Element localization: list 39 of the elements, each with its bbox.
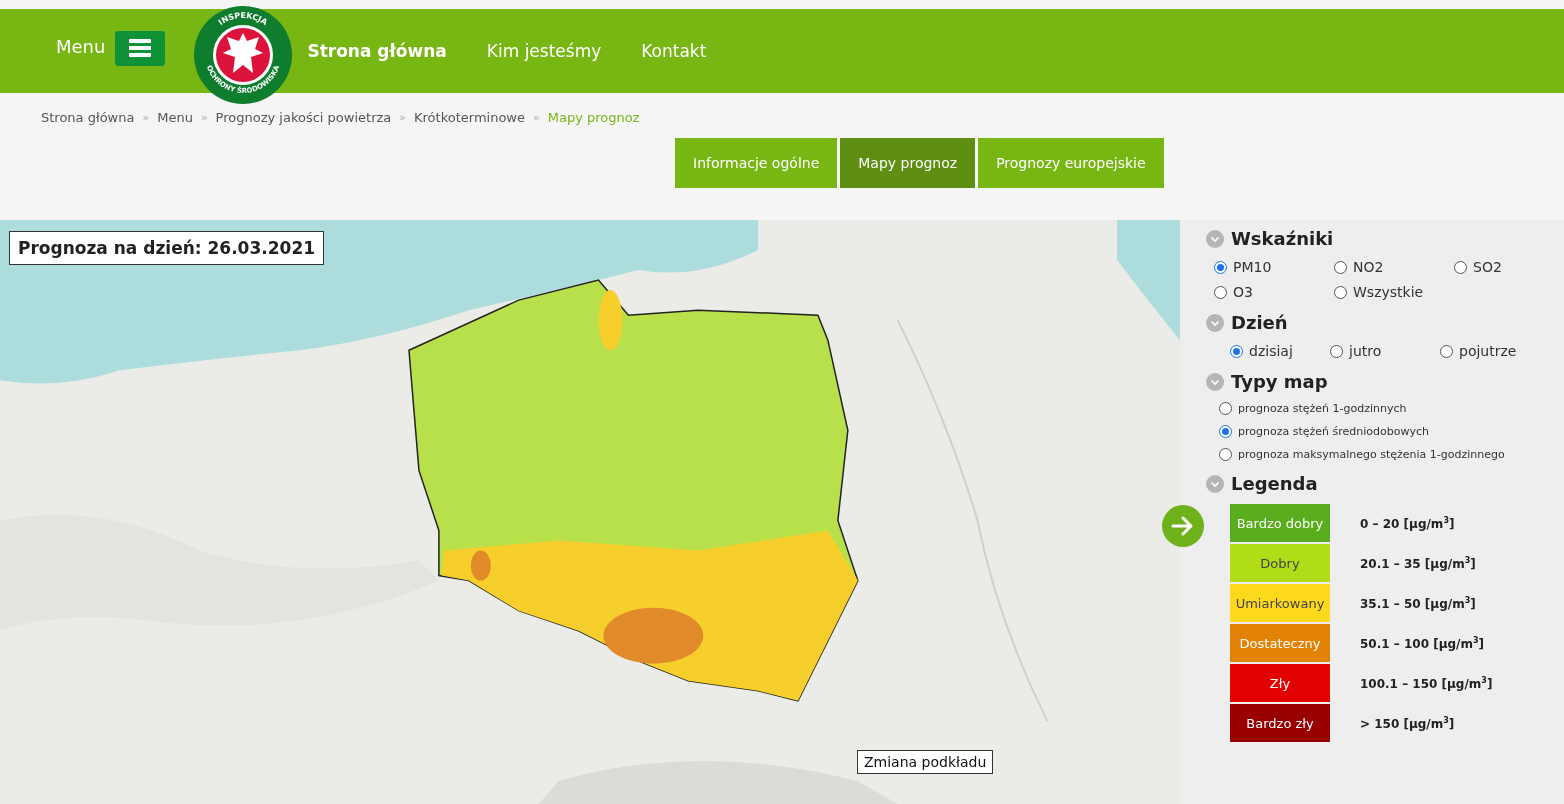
section-title: Typy map — [1231, 371, 1328, 392]
menu-label: Menu — [56, 35, 106, 57]
breadcrumb-link[interactable]: Strona główna — [41, 109, 135, 125]
legend-swatch: Dobry — [1230, 544, 1330, 582]
breadcrumb-link[interactable]: Krótkoterminowe — [414, 109, 525, 125]
separator-icon: » — [200, 110, 208, 124]
basemap-button[interactable]: Zmiana podkładu — [857, 750, 994, 774]
breadcrumb-link[interactable]: Prognozy jakości powietrza — [215, 109, 392, 125]
legend-swatch: Bardzo zły — [1230, 704, 1330, 742]
radio-option[interactable]: PM10 — [1214, 259, 1334, 275]
legend-range: 20.1 – 35 [µg/m$^{3}$] — [1360, 555, 1476, 571]
legend-swatch: Umiarkowany — [1230, 584, 1330, 622]
section-title: Legenda — [1231, 473, 1318, 494]
forecast-date-label: Prognoza na dzień: 26.03.2021 — [9, 231, 325, 265]
separator-icon: » — [142, 110, 150, 124]
radio-option[interactable]: NO2 — [1334, 259, 1454, 275]
legend-range: 0 – 20 [µg/m$^{3}$] — [1360, 515, 1455, 531]
legend-range: > 150 [µg/m$^{3}$] — [1360, 715, 1455, 731]
section-title: Dzień — [1231, 312, 1288, 333]
radio-option[interactable]: prognoza stężeń 1-godzinnych — [1219, 402, 1564, 415]
separator-icon: » — [533, 110, 540, 124]
radio-option[interactable]: O3 — [1214, 284, 1334, 300]
legend-range: 50.1 – 100 [µg/m$^{3}$] — [1360, 635, 1485, 651]
radio-option[interactable]: Wszystkie — [1334, 284, 1454, 300]
radio-option[interactable]: pojutrze — [1440, 343, 1550, 359]
legend-swatch: Bardzo dobry — [1230, 504, 1330, 542]
radio-option[interactable]: prognoza maksymalnego stężenia 1-godzinnego — [1219, 448, 1564, 461]
radio-option[interactable]: SO2 — [1454, 259, 1564, 275]
radio-option[interactable]: jutro — [1330, 343, 1440, 359]
legend-swatch: Dostateczny — [1230, 624, 1330, 662]
radio-option[interactable]: prognoza stężeń średniodobowych — [1219, 425, 1564, 438]
section-title: Wskaźniki — [1231, 228, 1334, 249]
legend-swatch: Zły — [1230, 664, 1330, 702]
radio-option[interactable]: dzisiaj — [1230, 343, 1330, 359]
legend-range: 35.1 – 50 [µg/m$^{3}$] — [1360, 595, 1476, 611]
breadcrumb-link[interactable]: Menu — [157, 109, 193, 125]
tab[interactable]: Mapy prognoz — [840, 138, 976, 188]
separator-icon: » — [399, 110, 406, 124]
legend-range: 100.1 – 150 [µg/m$^{3}$] — [1360, 675, 1493, 691]
